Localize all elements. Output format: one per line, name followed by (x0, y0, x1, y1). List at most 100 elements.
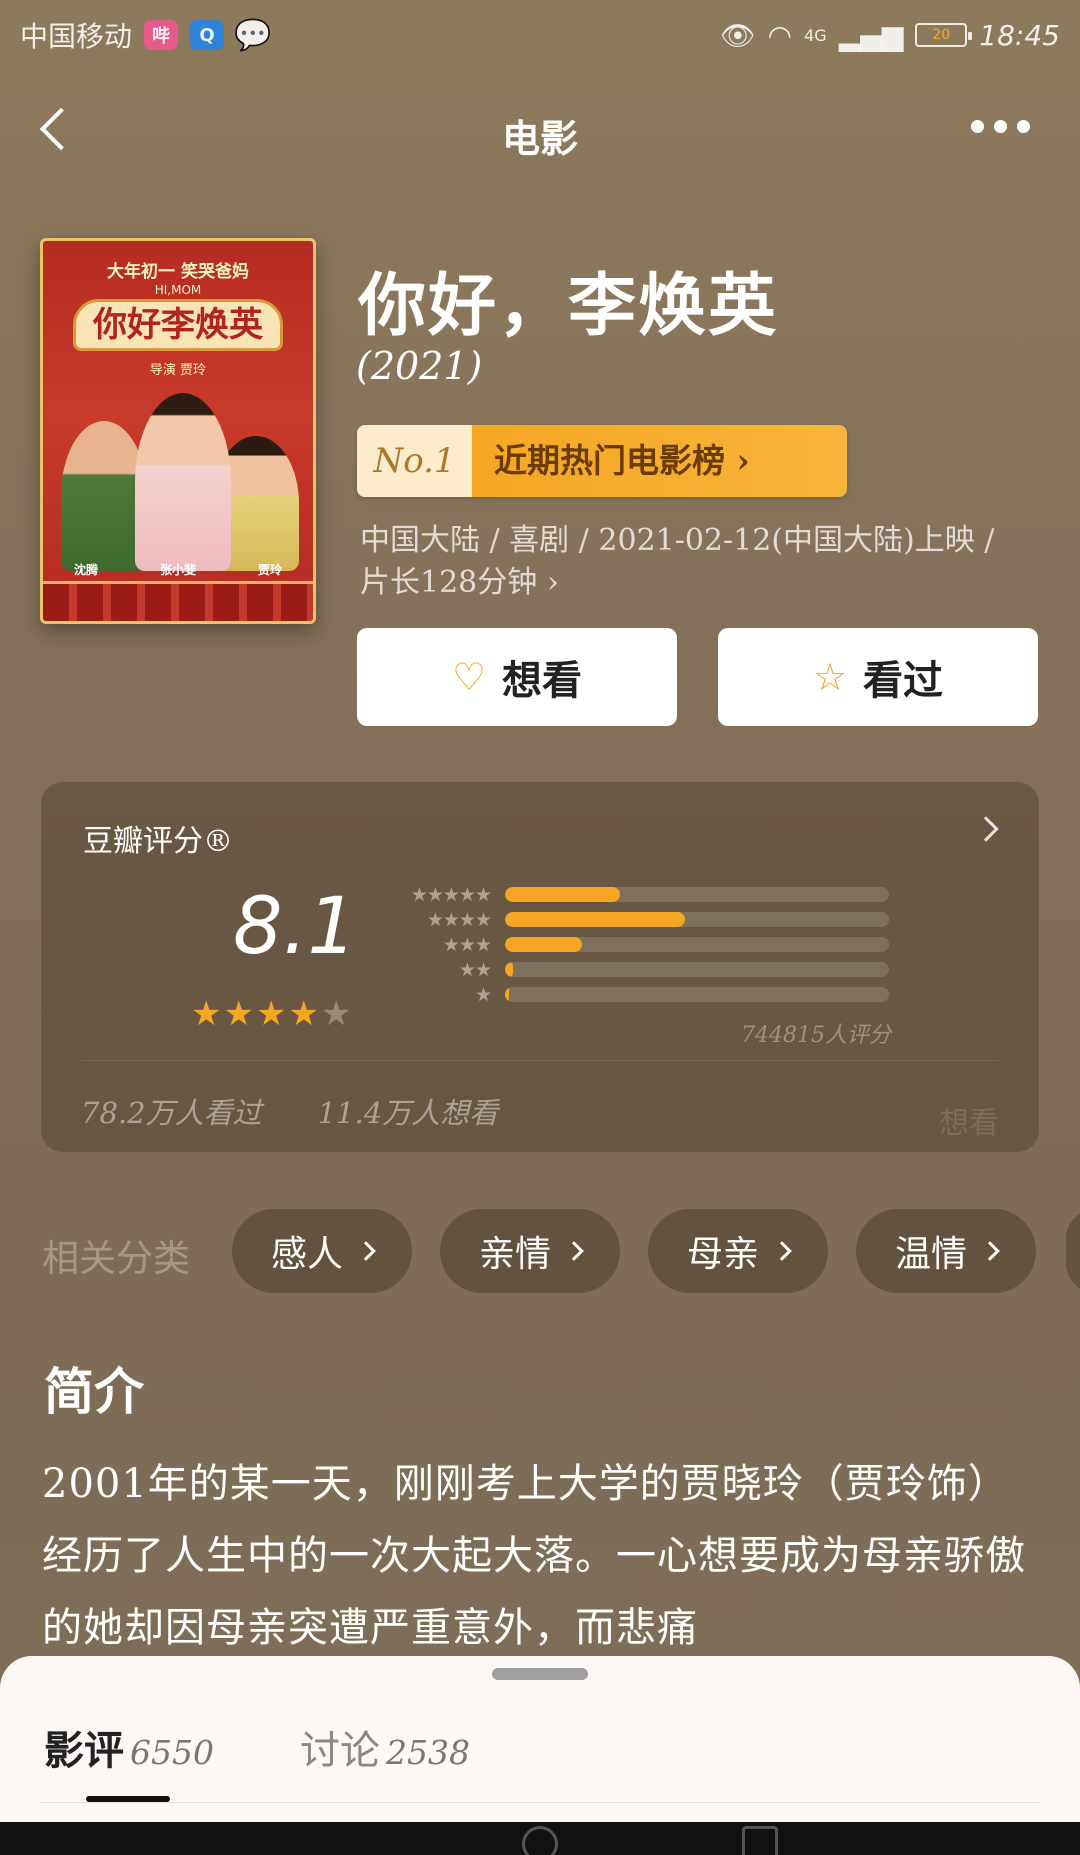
network-label: 4G (804, 25, 827, 45)
distribution-fill (505, 887, 621, 902)
distribution-fill (505, 937, 582, 952)
tab-discussions[interactable]: 讨论 2538 (300, 1718, 470, 1776)
intro-text: 2001年的某一天，刚刚考上大学的贾晓玲（贾玲饰）经历了人生中的一次大起大落。一… (42, 1461, 1026, 1651)
tag-chip[interactable]: 亲情 (440, 1209, 620, 1293)
distribution-fill (505, 987, 509, 1002)
tab-label: 影评 (44, 1727, 124, 1774)
related-tags: 感人 亲情 母亲 温情 (232, 1209, 1036, 1293)
seen-label: 看过 (863, 657, 944, 704)
meta-line: 片长128分钟 › (360, 565, 559, 600)
distribution-stars: ★★★ (442, 933, 492, 956)
poster-stage (43, 581, 313, 621)
distribution-stars: ★★★★ (426, 908, 492, 931)
status-bar: 中国移动 哔 Q 💬 👁 ◠ 4G ▂▄▆ 20 18:45 (0, 0, 1080, 70)
star-outline-icon: ☆ (812, 655, 848, 699)
chevron-right-icon: › (546, 565, 559, 600)
tag-chip[interactable]: 母亲 (648, 1209, 828, 1293)
rating-count: 744815人评分 (741, 1023, 891, 1048)
want-to-see-button[interactable]: ♡ 想看 (357, 628, 677, 726)
battery-icon: 20 (915, 23, 973, 47)
distribution-stars: ★ (474, 983, 492, 1006)
star-filled-icon: ★ (288, 994, 321, 1034)
watermark: 想看 (939, 1106, 999, 1141)
rating-stats: 78.2万人看过 11.4万人想看 (81, 1090, 498, 1132)
signal-icon: ▂▄▆ (838, 18, 904, 52)
system-nav-bar (0, 1822, 1080, 1855)
tab-label: 讨论 (299, 1728, 380, 1774)
tab-reviews[interactable]: 影评 6550 (44, 1718, 214, 1776)
chevron-right-icon (980, 1241, 1000, 1261)
chevron-right-icon (356, 1241, 376, 1261)
poster-figures (53, 381, 303, 571)
eye-icon: 👁 (720, 18, 756, 52)
rating-header: 豆瓣评分® (83, 824, 233, 859)
chevron-right-icon (564, 1241, 584, 1261)
poster-english-title: HI,MOM (154, 283, 202, 297)
poster-cast: 沈腾 张小斐 贾玲 (43, 561, 313, 578)
distribution-row: ★★★ (391, 932, 889, 957)
distribution-row: ★★★★★ (391, 882, 889, 907)
movie-meta[interactable]: 中国大陆 / 喜剧 / 2021-02-12(中国大陆)上映 / 片长128分钟… (360, 520, 1040, 604)
page: 中国移动 哔 Q 💬 👁 ◠ 4G ▂▄▆ 20 18:45 电影 大年初一 笑… (0, 0, 1080, 1855)
tag-chip-partial[interactable] (1066, 1209, 1080, 1293)
tag-chip[interactable]: 温情 (856, 1209, 1036, 1293)
battery-level: 20 (932, 27, 951, 43)
seen-button[interactable]: ☆ 看过 (718, 628, 1038, 726)
distribution-fill (505, 912, 686, 927)
movie-poster[interactable]: 大年初一 笑哭爸妈 HI,MOM 你好李焕英 导演 贾玲 沈腾 张小斐 贾玲 (40, 238, 316, 624)
distribution-track (505, 912, 889, 927)
intro-title: 简介 (44, 1362, 144, 1421)
movie-title: 你好，李焕英 (358, 266, 779, 346)
tab-count: 6550 (130, 1733, 214, 1772)
drag-handle[interactable] (492, 1668, 588, 1680)
distribution-track (505, 937, 889, 952)
meta-line: 中国大陆 / 喜剧 / 2021-02-12(中国大陆)上映 / (360, 523, 995, 558)
rank-number: No.1 (357, 425, 472, 497)
qq-browser-icon: Q (190, 20, 225, 50)
distribution-track (505, 987, 889, 1002)
poster-cast-name: 张小斐 (159, 563, 196, 577)
divider (81, 1060, 999, 1061)
tag-chip[interactable]: 感人 (232, 1209, 412, 1293)
distribution-row: ★★ (391, 957, 889, 982)
ranking-badge[interactable]: No.1 近期热门电影榜 › (357, 425, 847, 497)
poster-cast-name: 贾玲 (257, 563, 282, 577)
star-filled-icon: ★ (255, 994, 289, 1034)
home-icon[interactable] (522, 1826, 558, 1855)
chevron-right-icon (772, 1241, 792, 1261)
rating-distribution: ★★★★★ ★★★★ ★★★ ★★ ★ (391, 882, 889, 1007)
poster-cast-name: 沈腾 (73, 563, 98, 577)
bilibili-icon: 哔 (144, 20, 179, 50)
related-tags-label: 相关分类 (42, 1237, 190, 1280)
wants-count: 11.4万人想看 (317, 1096, 499, 1130)
movie-year: (2021) (356, 344, 483, 388)
rating-card[interactable]: 豆瓣评分® 8.1 ★★★★★ ★★★★★ ★★★★ ★★★ ★★ ★ 744815人评… (41, 782, 1039, 1152)
star-empty-icon: ★ (320, 994, 354, 1034)
star-filled-icon: ★ (191, 994, 224, 1034)
distribution-row: ★★★★ (391, 907, 889, 932)
carrier-label: 中国移动 (20, 20, 133, 53)
sheet-tabs: 影评 6550 讨论 2538 (44, 1718, 470, 1776)
distribution-stars: ★★ (458, 958, 492, 981)
rating-score: 8.1 (233, 882, 358, 972)
chevron-right-icon[interactable] (973, 816, 999, 842)
heart-plus-icon: ♡ (451, 655, 487, 699)
watched-count: 78.2万人看过 (81, 1096, 262, 1130)
chat-bubble-icon: 💬 (234, 17, 272, 53)
clock: 18:45 (979, 18, 1060, 52)
divider (40, 1802, 1040, 1803)
want-label: 想看 (502, 657, 583, 704)
nav-bar: 电影 (0, 80, 1080, 180)
rank-name: 近期热门电影榜 › (472, 425, 847, 497)
distribution-track (505, 887, 889, 902)
nav-title: 电影 (501, 116, 578, 161)
chevron-right-icon: › (736, 441, 750, 480)
rating-stars: ★★★★★ (191, 994, 353, 1034)
tab-count: 2538 (385, 1733, 470, 1772)
distribution-track (505, 962, 889, 977)
more-icon[interactable] (971, 120, 1030, 133)
distribution-row: ★ (391, 982, 889, 1007)
poster-title: 你好李焕英 (73, 299, 283, 351)
distribution-stars: ★★★★★ (410, 883, 492, 906)
recents-icon[interactable] (742, 1826, 778, 1855)
